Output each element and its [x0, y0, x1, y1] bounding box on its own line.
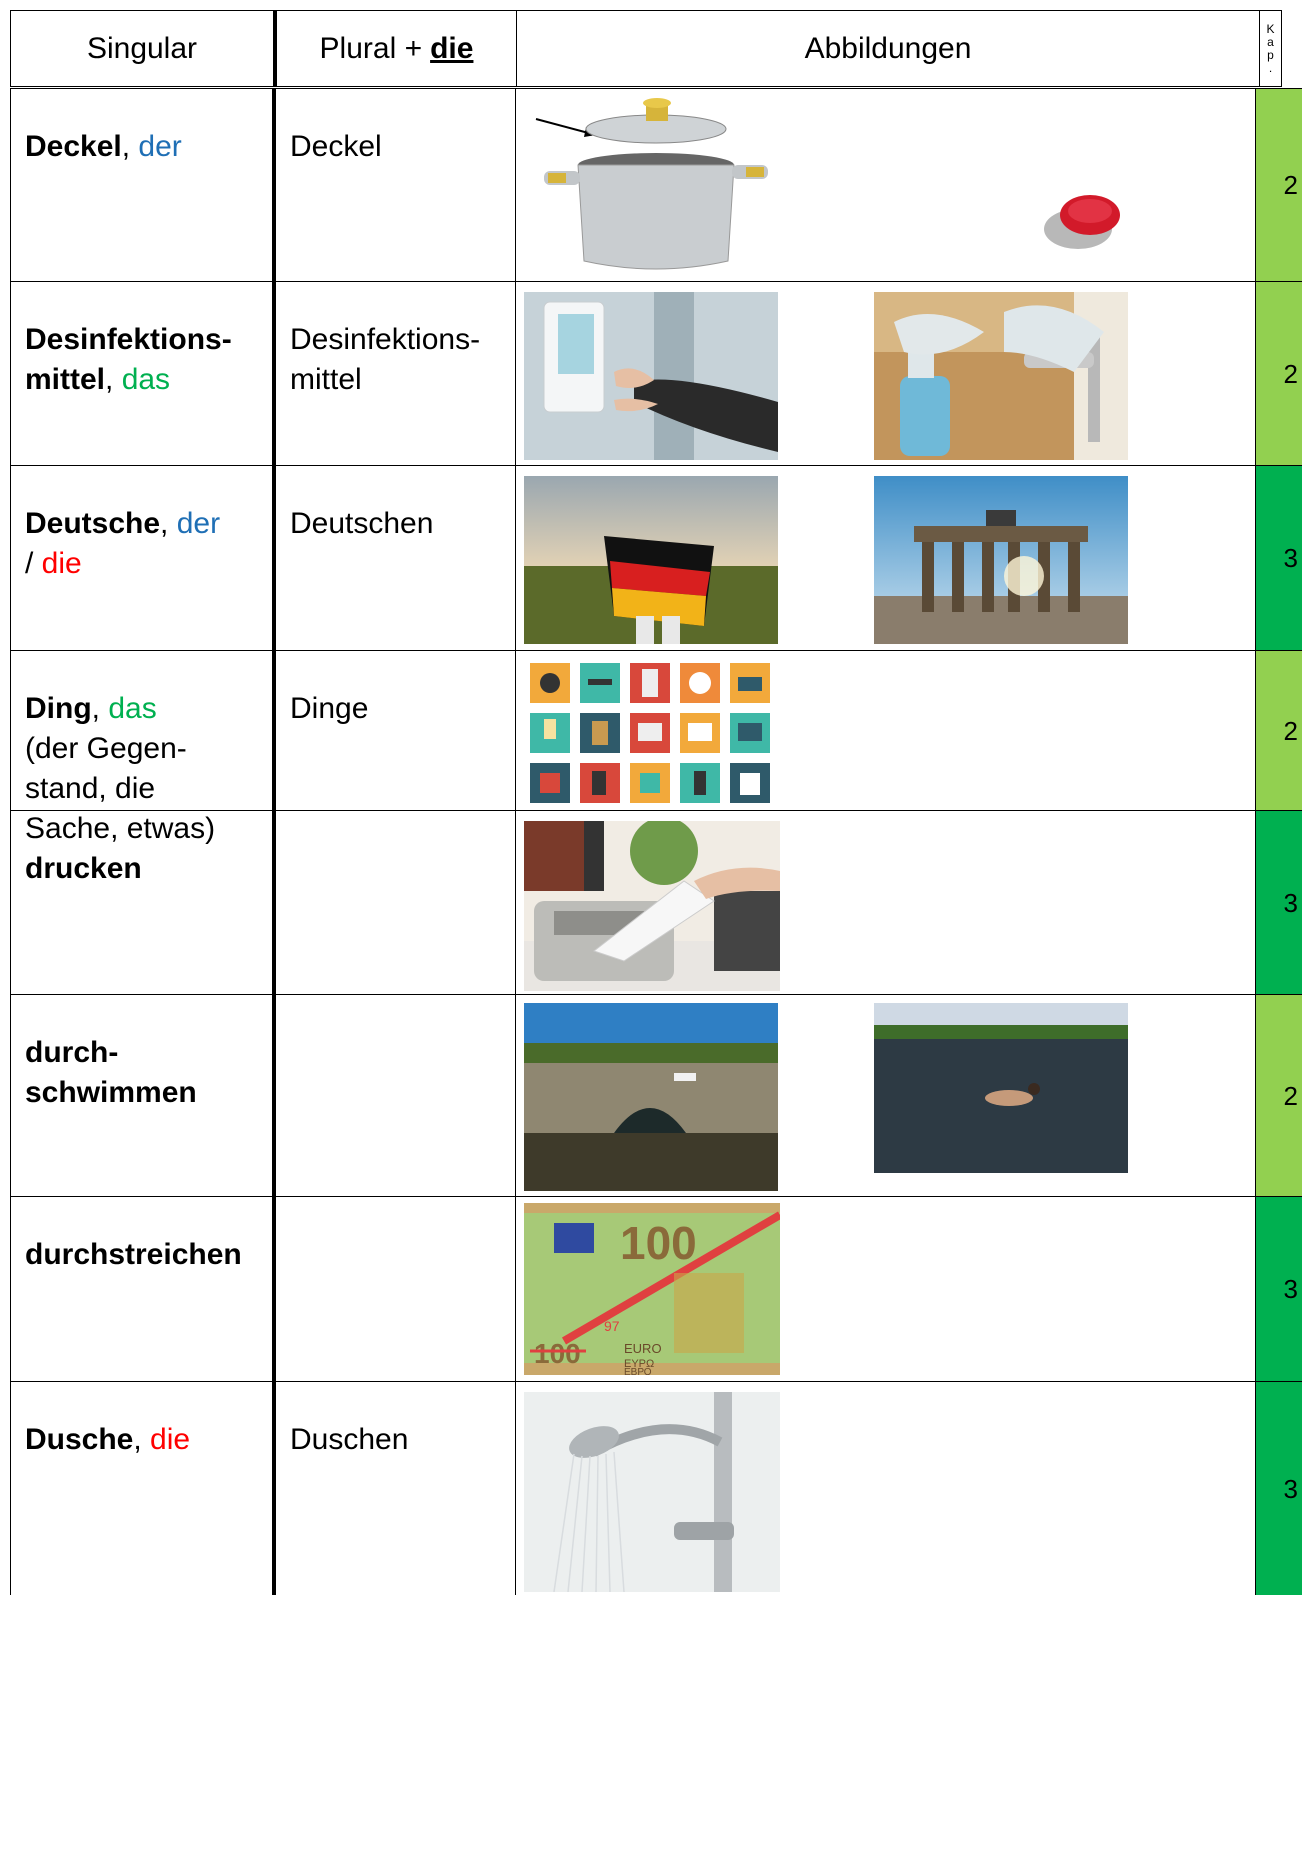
images-cell: [516, 995, 1256, 1196]
spray-door-handle-image: [874, 292, 1128, 460]
article: das: [108, 692, 157, 725]
table-row: Deckel, der Deckel 2: [10, 88, 1302, 282]
singular-cell: Desinfektions- mittel, das: [10, 282, 276, 465]
table-row: Ding, das (der Gegen- stand, die Sache, …: [10, 651, 1302, 845]
kap-cell: 2: [1256, 282, 1302, 465]
separator: ,: [133, 1423, 151, 1456]
singular-cell: drucken: [10, 811, 276, 994]
singular-cell: durchstreichen: [10, 1197, 276, 1381]
plural-cell: [276, 995, 516, 1196]
images-cell: 100 97 100 EURO ΕΥΡΩ ЕВРО: [516, 1197, 1256, 1381]
german-flag-image: [524, 476, 778, 644]
header-singular: Singular: [11, 11, 277, 86]
images-cell: [516, 1382, 1256, 1595]
plural-cell: [276, 811, 516, 994]
header-plural-label: Plural +: [319, 31, 423, 65]
article: der: [176, 507, 221, 540]
singular-cell: Deckel, der: [10, 89, 276, 281]
singular-word: drucken: [25, 852, 142, 885]
separator: ,: [105, 363, 122, 396]
singular-cell: Dusche, die: [10, 1382, 276, 1595]
vocab-table: Deckel, der Deckel 2 Desinfektions- mitt…: [10, 88, 1302, 1595]
stone-bridge-image: [524, 1003, 778, 1191]
table-row: Desinfektions- mittel, das Desinfektions…: [10, 282, 1302, 466]
table-row: durchstreichen 100 97 100 EURO ΕΥΡΩ ЕВРО: [10, 1197, 1302, 1382]
header-kap-a: a: [1267, 34, 1274, 49]
table-row: Dusche, die Duschen 3: [10, 1382, 1302, 1595]
images-cell: [516, 89, 1256, 281]
separator: ,: [121, 130, 139, 163]
plural-cell: Deutschen: [276, 466, 516, 650]
printer-image: [524, 821, 780, 991]
article-2: die: [41, 547, 82, 580]
images-cell: [516, 466, 1256, 650]
header-kap-k: K: [1266, 21, 1275, 36]
euro-text: EURO: [624, 1341, 662, 1356]
kap-cell: 3: [1256, 1197, 1302, 1381]
table-row: drucken 3: [10, 811, 1302, 995]
separator: ,: [160, 507, 177, 540]
singular-word: durch- schwimmen: [25, 1036, 197, 1109]
euro-banknote-pen-image: 100 97 100 EURO ΕΥΡΩ ЕВРО: [524, 1203, 780, 1375]
plural-cell: Deckel: [276, 89, 516, 281]
kap-cell: 2: [1256, 651, 1302, 810]
singular-word: durchstreichen: [25, 1238, 242, 1271]
images-cell: [516, 651, 1256, 810]
header-images: Abbildungen: [517, 11, 1260, 86]
header-plural: Plural + die: [277, 11, 517, 86]
pot-with-lid-image: [526, 91, 776, 279]
singular-word: Ding: [25, 692, 92, 725]
plural-cell: Desinfektions- mittel: [276, 282, 516, 465]
singular-cell: Deutsche, der / die: [10, 466, 276, 650]
singular-word: Deutsche: [25, 507, 161, 540]
kap-cell: 2: [1256, 89, 1302, 281]
article: die: [150, 1423, 191, 1456]
header-kap-p: p: [1267, 47, 1274, 62]
singular-cell: Ding, das (der Gegen- stand, die Sache, …: [10, 651, 276, 845]
header-kap-dot: .: [1268, 60, 1273, 75]
header-plural-article: die: [430, 31, 474, 65]
object-icons-grid-image: [526, 659, 778, 811]
header-kap: K a p .: [1260, 11, 1281, 86]
plural-cell: Dinge: [276, 651, 516, 810]
kap-cell: 3: [1256, 466, 1302, 650]
bottle-cap-image: [1034, 185, 1126, 257]
kap-cell: 3: [1256, 1382, 1302, 1595]
images-cell: [516, 811, 1256, 994]
article: das: [121, 363, 171, 396]
kap-cell: 3: [1256, 811, 1302, 994]
shower-head-image: [524, 1392, 780, 1592]
table-row: Deutsche, der / die Deutschen 3: [10, 466, 1302, 651]
singular-cell: durch- schwimmen: [10, 995, 276, 1196]
plural-cell: Duschen: [276, 1382, 516, 1595]
plural-cell: [276, 1197, 516, 1381]
kap-cell: 2: [1256, 995, 1302, 1196]
singular-word: Dusche: [25, 1423, 134, 1456]
brandenburg-gate-image: [874, 476, 1128, 644]
images-cell: [516, 282, 1256, 465]
separator: ,: [91, 692, 109, 725]
struck-price: 100: [534, 1338, 581, 1369]
new-price: 97: [604, 1318, 620, 1334]
swimmer-lake-image: [874, 1003, 1128, 1173]
article: der: [138, 130, 182, 163]
euro-cyrillic-text: ЕВРО: [624, 1367, 652, 1375]
table-header: Singular Plural + die Abbildungen K a p …: [10, 10, 1282, 87]
banknote-value: 100: [620, 1217, 697, 1269]
table-row: durch- schwimmen 2: [10, 995, 1302, 1197]
disinfectant-dispenser-image: [524, 292, 778, 460]
singular-word: Deckel: [25, 130, 122, 163]
